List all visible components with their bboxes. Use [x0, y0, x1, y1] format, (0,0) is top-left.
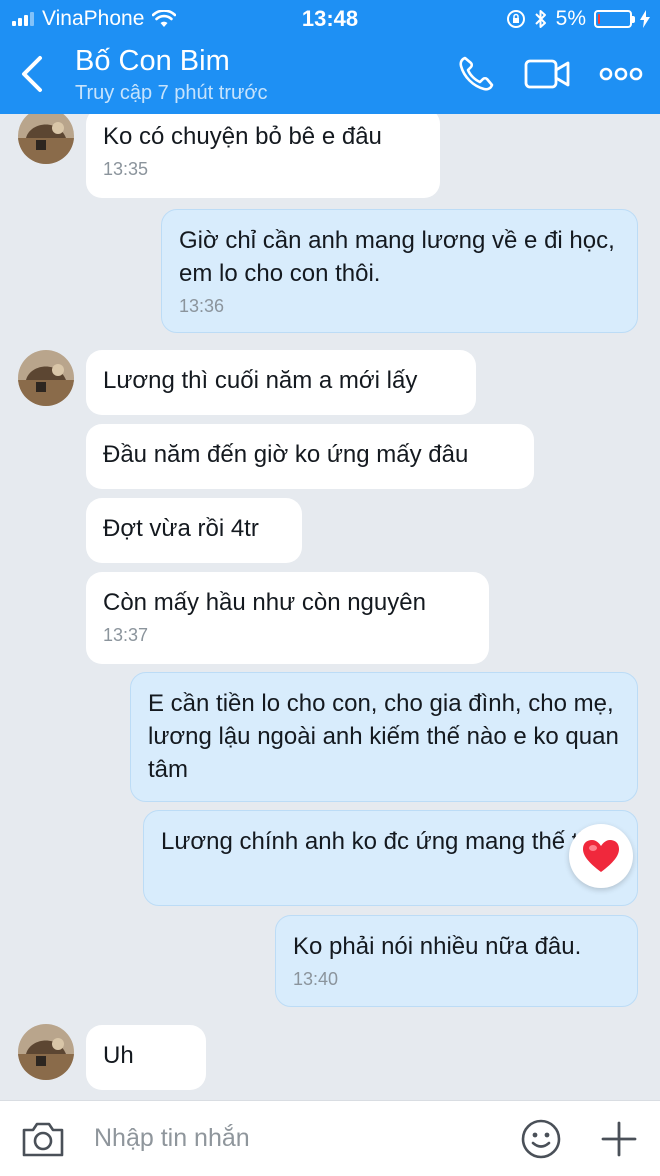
chat-nav-bar: Bố Con Bim Truy cập 7 phút trước: [0, 38, 660, 114]
message-text: E cần tiền lo cho con, cho gia đình, cho…: [148, 690, 619, 783]
message-text: Đầu năm đến giờ ko ứng mấy đâu: [103, 441, 469, 468]
message-text: Giờ chỉ cần anh mang lương về e đi học, …: [179, 227, 615, 287]
contact-avatar[interactable]: [18, 1024, 74, 1080]
phone-icon[interactable]: [456, 54, 496, 94]
last-seen-status: Truy cập 7 phút trước: [75, 82, 268, 104]
contact-info[interactable]: Bố Con Bim Truy cập 7 phút trước: [75, 44, 268, 106]
message-bubble[interactable]: E cần tiền lo cho con, cho gia đình, cho…: [130, 672, 638, 802]
message-bubble[interactable]: Đợt vừa rồi 4tr: [86, 498, 302, 563]
message-bubble[interactable]: Lương chính anh ko đc ứng mang thế thôi: [143, 810, 638, 906]
bluetooth-icon: [534, 10, 546, 28]
message-text: Ko có chuyện bỏ bê e đâu: [103, 123, 382, 150]
message-text: Lương chính anh ko đc ứng mang thế thôi: [161, 828, 611, 855]
emoji-icon[interactable]: [520, 1118, 562, 1160]
status-bar: VinaPhone 13:48 5%: [0, 0, 660, 38]
camera-icon[interactable]: [20, 1118, 66, 1160]
heart-icon: [583, 840, 619, 872]
message-bubble[interactable]: Ko phải nói nhiều nữa đâu. 13:40: [275, 915, 638, 1007]
reaction-badge[interactable]: [569, 824, 633, 888]
message-text: Ko phải nói nhiều nữa đâu.: [293, 933, 582, 960]
message-text: Đợt vừa rồi 4tr: [103, 515, 259, 542]
battery-icon: [594, 10, 635, 28]
contact-avatar[interactable]: [18, 108, 74, 164]
message-bubble[interactable]: Còn mấy hầu như còn nguyên 13:37: [86, 572, 489, 664]
message-bubble[interactable]: Giờ chỉ cần anh mang lương về e đi học, …: [161, 209, 638, 333]
more-icon[interactable]: [598, 54, 644, 94]
battery-percent: 5%: [555, 7, 586, 30]
message-text: Uh: [103, 1042, 134, 1069]
contact-name: Bố Con Bim: [75, 45, 230, 77]
video-call-icon[interactable]: [524, 54, 570, 94]
message-time: 13:36: [179, 296, 225, 316]
plus-icon[interactable]: [598, 1118, 640, 1160]
message-input[interactable]: [84, 1115, 484, 1161]
app-header: VinaPhone 13:48 5% Bố Con Bim Truy cập 7…: [0, 0, 660, 114]
message-time: 13:35: [103, 159, 149, 179]
message-bubble[interactable]: Ko có chuyện bỏ bê e đâu 13:35: [86, 108, 440, 198]
message-time: 13:37: [103, 625, 149, 645]
message-bubble[interactable]: Uh: [86, 1025, 206, 1090]
contact-avatar[interactable]: [18, 350, 74, 406]
charging-icon: [640, 10, 650, 28]
message-text: Còn mấy hầu như còn nguyên: [103, 589, 426, 616]
message-input-bar: [0, 1100, 660, 1176]
message-bubble[interactable]: Lương thì cuối năm a mới lấy: [86, 350, 476, 415]
back-icon[interactable]: [14, 52, 54, 96]
message-list[interactable]: Ko có chuyện bỏ bê e đâu 13:35 Giờ chỉ c…: [0, 108, 660, 1100]
message-text: Lương thì cuối năm a mới lấy: [103, 367, 418, 394]
orientation-lock-icon: [506, 10, 525, 28]
message-time: 13:40: [293, 969, 339, 989]
message-bubble[interactable]: Đầu năm đến giờ ko ứng mấy đâu: [86, 424, 534, 489]
